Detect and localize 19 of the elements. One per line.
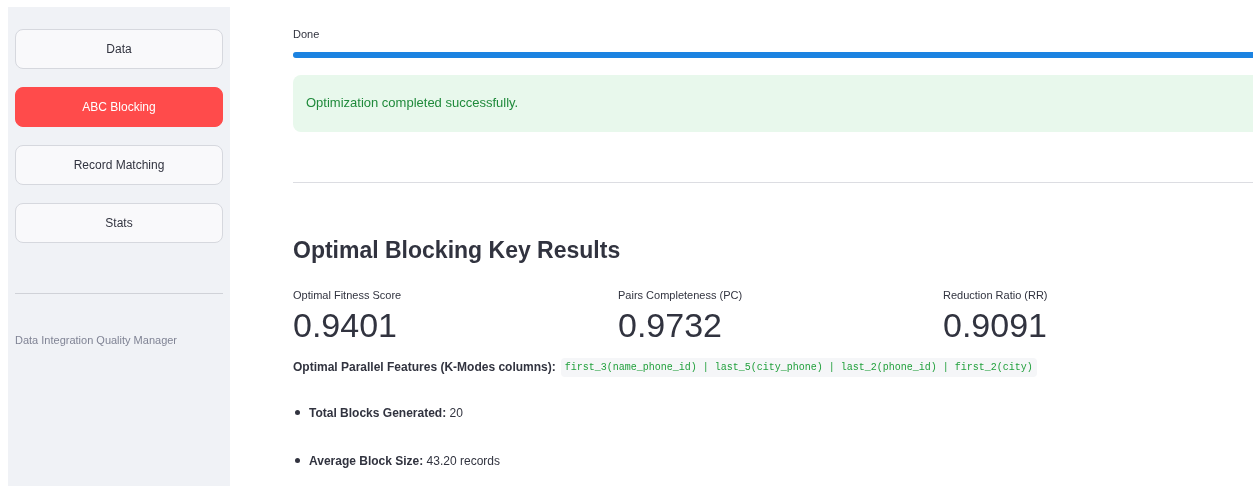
app-caption: Data Integration Quality Manager: [15, 333, 179, 348]
metric-label: Reduction Ratio (RR): [943, 288, 1049, 303]
bullet-icon: [295, 458, 300, 463]
metric-value: 0.9401: [293, 304, 398, 346]
success-alert: Optimization completed successfully.: [293, 74, 1253, 132]
bullet-text: Average Block Size: 43.20 records: [309, 452, 500, 470]
progress-label: Done: [293, 27, 321, 42]
bullet-text: Total Blocks Generated: 20: [309, 404, 463, 422]
nav-button[interactable]: Stats: [15, 203, 223, 243]
section-heading: Optimal Blocking Key Results: [293, 235, 622, 265]
metric-value: 0.9091: [943, 304, 1048, 346]
bullet-icon: [295, 410, 300, 415]
metric-label: Pairs Completeness (PC): [618, 288, 744, 303]
features-label: Optimal Parallel Features (K-Modes columns):: [293, 359, 556, 376]
metric-value: 0.9732: [618, 304, 723, 346]
metric-label: Optimal Fitness Score: [293, 288, 403, 303]
nav-button[interactable]: Data: [15, 29, 223, 69]
features-code: first_3(name_phone_id) | last_5(city_phone) | last_2(phone_id) | first_2(city): [560, 357, 1037, 377]
nav-button[interactable]: Record Matching: [15, 145, 223, 185]
